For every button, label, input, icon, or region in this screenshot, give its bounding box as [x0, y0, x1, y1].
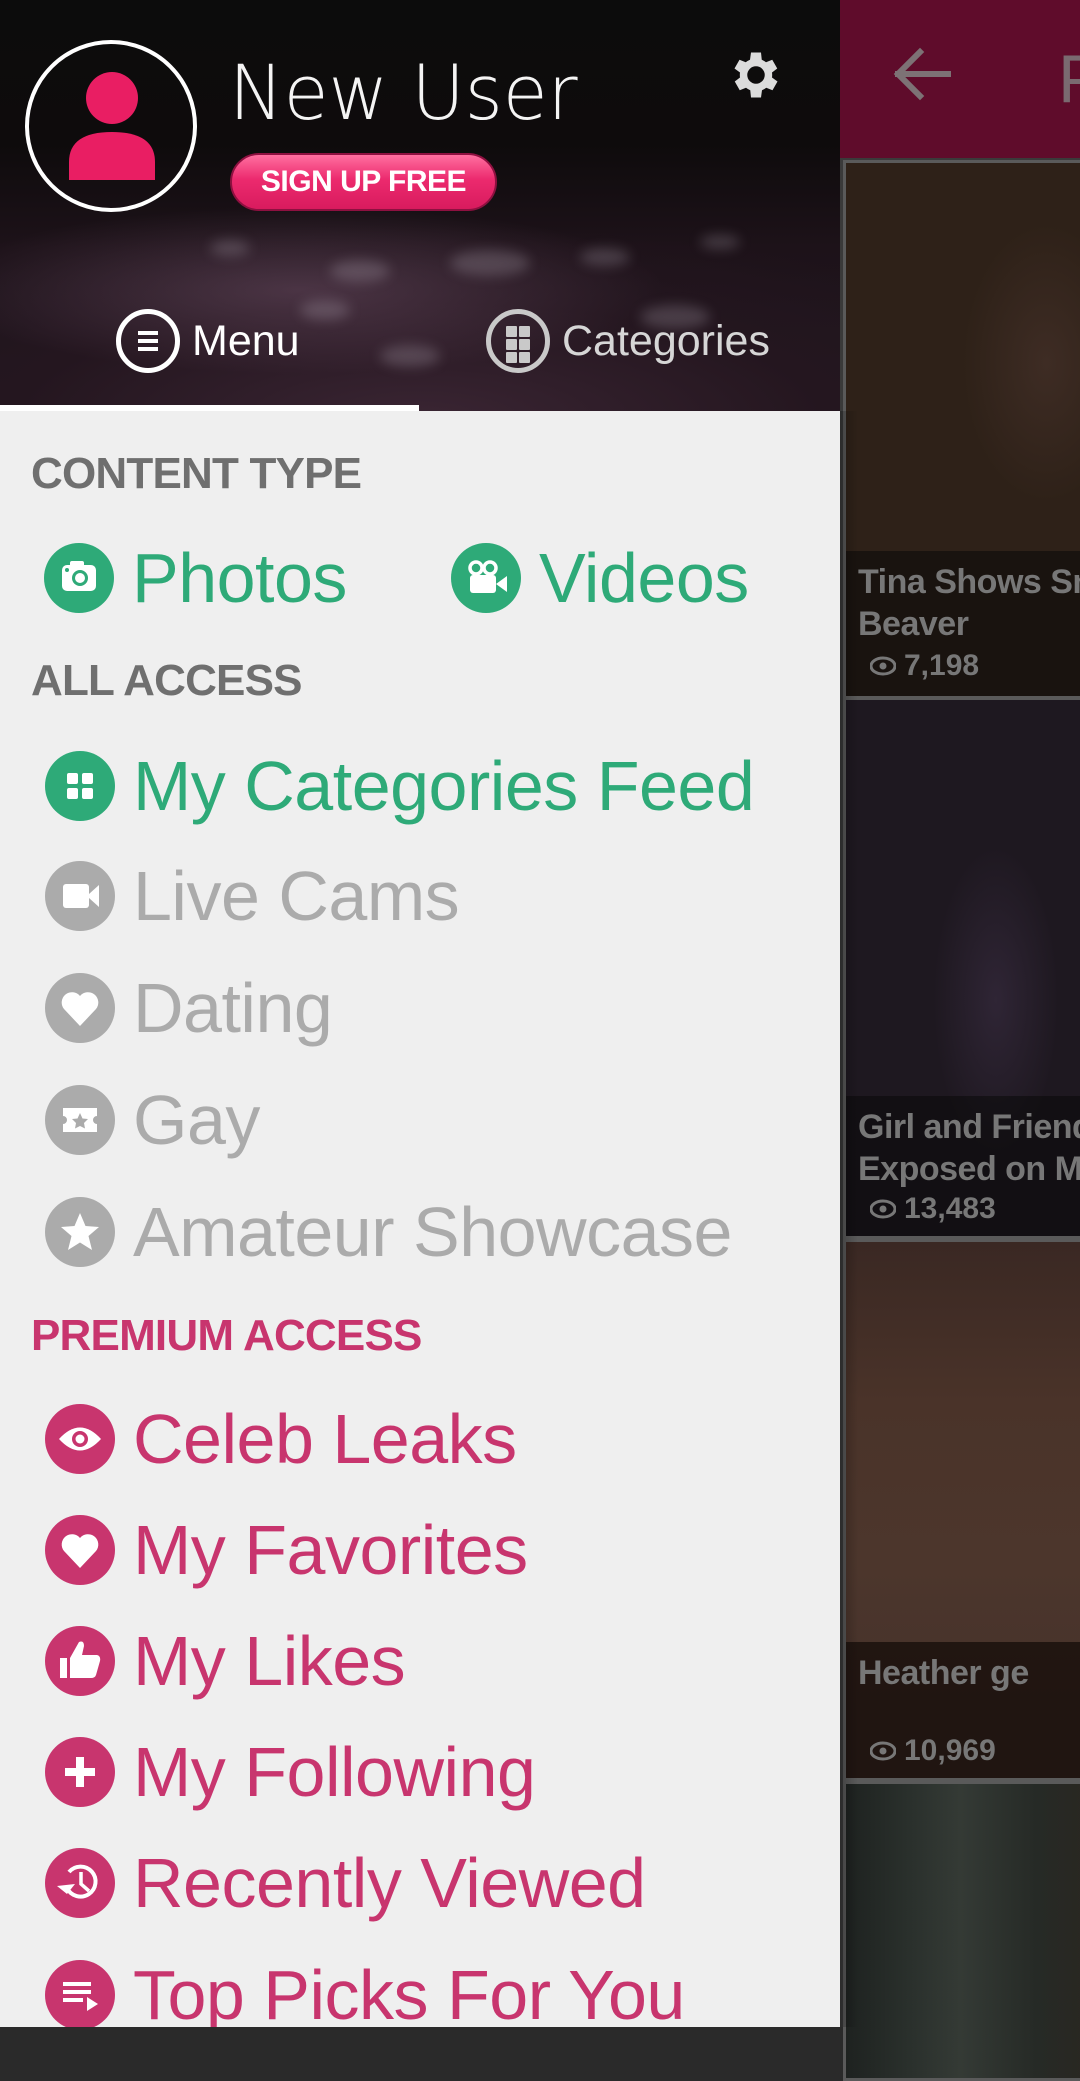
video-camera-icon	[45, 861, 115, 931]
menu-item-label: Top Picks For You	[133, 1956, 685, 2027]
menu-item-my-favorites[interactable]: My Favorites	[45, 1511, 528, 1589]
menu-item-label: My Likes	[133, 1622, 406, 1700]
gear-icon[interactable]	[726, 45, 786, 105]
menu-item-label: Live Cams	[133, 857, 460, 935]
header-decoration	[330, 260, 390, 282]
grid-icon	[486, 309, 550, 373]
card-views: 7,198	[870, 649, 979, 683]
menu-item-my-following[interactable]: My Following	[45, 1733, 536, 1811]
menu-item-label: Celeb Leaks	[133, 1400, 517, 1478]
eye-icon	[45, 1404, 115, 1474]
section-header-content-type: CONTENT TYPE	[31, 449, 362, 498]
card-views: 10,969	[870, 1734, 996, 1768]
menu-item-celeb-leaks[interactable]: Celeb Leaks	[45, 1400, 517, 1478]
menu-item-label: My Favorites	[133, 1511, 528, 1589]
grid-icon	[45, 751, 115, 821]
menu-item-my-categories-feed[interactable]: My Categories Feed	[45, 747, 755, 825]
card-caption: Tina Shows SmaBeaver 7,198	[846, 551, 1080, 696]
card-title: Girl and Friend CExposed on Mec	[858, 1108, 1080, 1188]
menu-item-live-cams[interactable]: Live Cams	[45, 857, 460, 935]
eye-icon	[870, 1199, 896, 1219]
menu-item-amateur-showcase[interactable]: Amateur Showcase	[45, 1193, 732, 1271]
plus-icon	[45, 1737, 115, 1807]
tab-menu[interactable]: Menu	[116, 305, 300, 377]
card-title: Tina Shows SmaBeaver	[858, 563, 1080, 643]
menu-item-label: Dating	[133, 969, 333, 1047]
menu-item-label: My Categories Feed	[133, 747, 755, 825]
eye-icon	[870, 656, 896, 676]
movie-camera-icon	[451, 543, 521, 613]
menu-icon	[116, 309, 180, 373]
content-card[interactable]: Girl and Friend CExposed on Mec 13,483	[843, 697, 1080, 1239]
card-thumbnail	[846, 1784, 1080, 2078]
star-icon	[45, 1197, 115, 1267]
arrow-left-icon[interactable]	[890, 44, 954, 104]
card-caption: Heather ge 10,969	[846, 1642, 1080, 1778]
menu-item-top-picks[interactable]: Top Picks For You	[45, 1956, 685, 2027]
menu-item-gay[interactable]: Gay	[45, 1081, 260, 1159]
header-decoration	[380, 345, 440, 367]
person-icon	[69, 72, 155, 180]
menu-item-my-likes[interactable]: My Likes	[45, 1622, 406, 1700]
header-decoration	[300, 300, 350, 320]
header-decoration	[210, 240, 250, 256]
navigation-drawer: New User SIGN UP FREE Menu Categories CO…	[0, 0, 840, 2027]
menu-item-label: Amateur Showcase	[133, 1193, 732, 1271]
ticket-star-icon	[45, 1085, 115, 1155]
drawer-shadow	[840, 411, 858, 2027]
tab-categories-label: Categories	[562, 316, 770, 365]
content-card[interactable]: Heather ge 10,969	[843, 1239, 1080, 1781]
header-decoration	[450, 250, 530, 276]
content-card[interactable]: Tina Shows SmaBeaver 7,198	[843, 160, 1080, 699]
header-decoration	[580, 248, 630, 266]
card-title: Heather ge	[858, 1654, 1029, 1692]
app-title: P	[1058, 40, 1080, 118]
content-card[interactable]	[843, 1781, 1080, 2081]
section-header-all-access: ALL ACCESS	[31, 656, 303, 705]
eye-icon	[870, 1741, 896, 1761]
menu-item-label: Gay	[133, 1081, 260, 1159]
drawer-header: New User SIGN UP FREE Menu Categories	[0, 0, 840, 411]
tab-menu-label: Menu	[192, 316, 300, 365]
menu-item-label: My Following	[133, 1733, 536, 1811]
header-decoration	[700, 235, 740, 249]
menu-item-photos[interactable]: Photos	[44, 539, 347, 617]
menu-item-label: Photos	[132, 539, 347, 617]
menu-item-label: Recently Viewed	[133, 1844, 646, 1922]
camera-icon	[44, 543, 114, 613]
card-views: 13,483	[870, 1192, 996, 1226]
tab-categories[interactable]: Categories	[486, 305, 770, 377]
menu-item-videos[interactable]: Videos	[451, 539, 749, 617]
menu-item-recently-viewed[interactable]: Recently Viewed	[45, 1844, 646, 1922]
playlist-icon	[45, 1960, 115, 2027]
menu-item-label: Videos	[539, 539, 749, 617]
menu-item-dating[interactable]: Dating	[45, 969, 333, 1047]
user-name: New User	[229, 48, 578, 137]
card-caption: Girl and Friend CExposed on Mec 13,483	[846, 1096, 1080, 1236]
sign-up-button[interactable]: SIGN UP FREE	[230, 153, 497, 211]
heart-icon	[45, 973, 115, 1043]
thumbs-up-icon	[45, 1626, 115, 1696]
avatar[interactable]	[25, 40, 197, 212]
heart-icon	[45, 1515, 115, 1585]
active-tab-indicator	[0, 405, 419, 411]
section-header-premium-access: PREMIUM ACCESS	[31, 1311, 422, 1360]
history-icon	[45, 1848, 115, 1918]
